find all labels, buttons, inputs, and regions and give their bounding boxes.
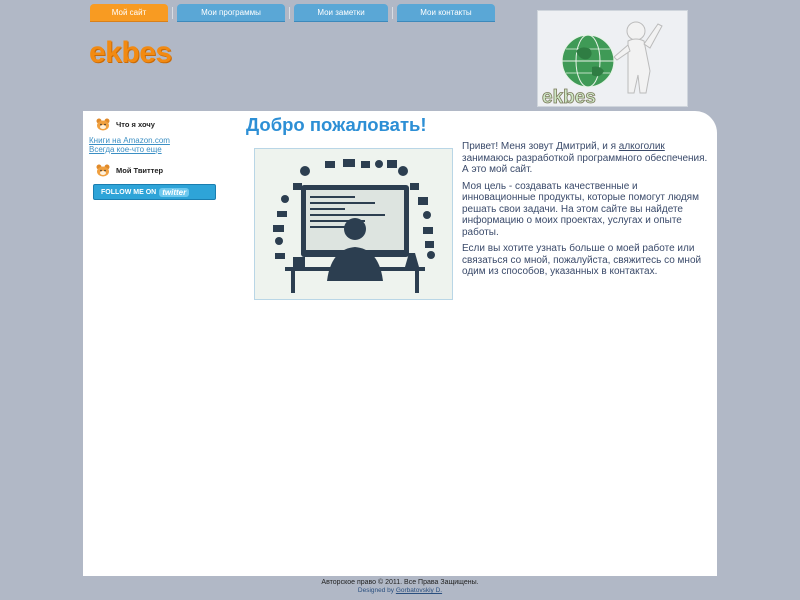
site-logo[interactable]: ekbes <box>89 36 172 70</box>
tab-my-notes[interactable]: Мои заметки <box>294 4 388 22</box>
content-panel: Что я хочу Книги на Amazon.com Всегда ко… <box>83 111 717 576</box>
twitter-logo: twitter <box>159 187 190 197</box>
copyright-text: Авторское право © 2011. Все Права Защище… <box>321 579 479 586</box>
intro-paragraph-3: Если вы хотите узнать больше о моей рабо… <box>462 243 702 277</box>
intro-paragraph-1: Привет! Меня зовут Дмитрий, и я алкоголи… <box>462 141 708 175</box>
tab-my-site[interactable]: Мой сайт <box>90 4 168 22</box>
alcoholic-link[interactable]: алкоголик <box>619 141 665 152</box>
twitter-title: Мой Твиттер <box>116 165 164 175</box>
wishlist-heading: Что я хочу <box>95 117 233 131</box>
intro-text: Привет! Меня зовут Дмитрий, и я алкоголи… <box>462 141 712 283</box>
mascot-image: ekbes <box>537 10 688 108</box>
something-else-link[interactable]: Всегда кое-что еще <box>89 145 233 154</box>
sidebar: Что я хочу Книги на Amazon.com Всегда ко… <box>83 111 233 576</box>
tab-separator <box>172 7 173 19</box>
footer: Авторское право © 2011. Все Права Защище… <box>0 578 800 595</box>
page-title: Добро пожаловать! <box>246 114 427 135</box>
follow-label: FOLLOW ME ON <box>101 188 157 196</box>
globe-figure-icon: ekbes <box>542 21 663 108</box>
wishlist-links: Книги на Amazon.com Всегда кое-что еще <box>89 136 233 154</box>
mascot-caption: ekbes <box>542 87 596 108</box>
bear-icon <box>96 118 110 130</box>
designer-link[interactable]: Gorbatovskiy D. <box>396 587 442 594</box>
wishlist-title: Что я хочу <box>116 119 155 129</box>
intro-paragraph-2: Моя цель - создавать качественные и инно… <box>462 180 699 238</box>
twitter-heading: Мой Твиттер <box>95 163 233 177</box>
amazon-books-link[interactable]: Книги на Amazon.com <box>89 136 233 145</box>
designer-credit: Designed by Gorbatovskiy D. <box>357 587 443 594</box>
bear-icon <box>96 164 110 176</box>
developer-illustration <box>254 148 453 300</box>
tab-separator <box>392 7 393 19</box>
follow-twitter-button[interactable]: FOLLOW ME ON twitter <box>93 184 216 200</box>
tab-my-contacts[interactable]: Мои контакты <box>397 4 495 22</box>
tab-separator <box>289 7 290 19</box>
developer-at-computer-icon <box>255 149 452 299</box>
main-nav: Мой сайт Мои программы Мои заметки Мои к… <box>90 4 499 22</box>
tab-my-programs[interactable]: Мои программы <box>177 4 285 22</box>
